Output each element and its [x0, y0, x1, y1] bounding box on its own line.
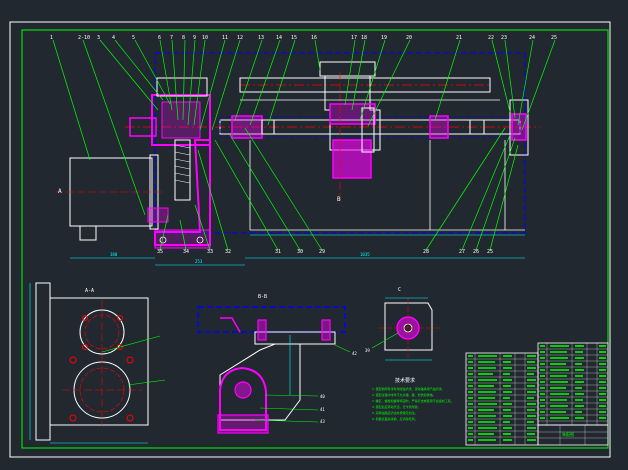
balloon-label: 30	[297, 249, 303, 255]
section-mark-left: A	[58, 188, 62, 195]
top-balloon-row: 1 2-10 3 4 5 6 7 8 9 10 11 12 13 14 15 1…	[50, 35, 557, 41]
callout-label: 43	[320, 419, 325, 424]
plate-circle-top-inner	[84, 314, 120, 350]
view-a-title: A-A	[85, 288, 94, 294]
column-thread	[174, 144, 191, 184]
dim-top-total: 1035	[360, 252, 370, 257]
vertical-column	[174, 139, 191, 201]
view-b-title: B-B	[258, 294, 267, 300]
balloon-label: 9	[193, 35, 196, 41]
balloon-label: 14	[276, 35, 282, 41]
motor-foot	[79, 225, 97, 241]
balloon-label: 35	[157, 249, 163, 255]
balloon-label: 15	[291, 35, 297, 41]
plate-leader	[101, 335, 161, 353]
view-a-plate: A-A	[29, 282, 166, 444]
balloon-label: 33	[207, 249, 213, 255]
plate-side	[35, 282, 51, 441]
balloon-label: 7	[170, 35, 173, 41]
view-c-title: C	[398, 287, 401, 293]
bom-rows-left	[466, 353, 538, 445]
balloon-label: 19	[381, 35, 387, 41]
balloon-label: 21	[456, 35, 462, 41]
bottom-balloon-row: 35 34 33 32 31 30 29 28 27 26 25	[157, 249, 493, 255]
dim-mid: 253	[195, 259, 203, 264]
slider-block-r	[321, 319, 331, 341]
balloon-label: 26	[473, 249, 479, 255]
balloon-label: 2-10	[78, 35, 90, 41]
balloon-label: 27	[459, 249, 465, 255]
tech-title: 技术要求	[395, 377, 415, 384]
balloon-label: 34	[183, 249, 189, 255]
bom-table: 装配图	[465, 342, 609, 446]
tech-note: 5.润滑油脂应清洁并按规定加注。	[372, 410, 418, 415]
center-gear-lower	[332, 139, 372, 179]
slider-block-l	[257, 319, 267, 341]
dim-motor: 380	[110, 252, 118, 257]
plate-body	[49, 297, 149, 426]
plate-leader	[127, 379, 166, 386]
coupling	[147, 207, 169, 223]
view-b-section: B-B	[197, 294, 351, 434]
callout-label: 41	[320, 407, 325, 412]
tech-note: 1.装配前所有零件用煤油清洗，滚动轴承用汽油清洗。	[372, 386, 445, 391]
top-leaders	[52, 39, 556, 216]
tech-note: 6.机器表面涂漆前，应清除毛刺。	[372, 416, 418, 421]
rail-notch	[220, 317, 241, 333]
balloon-label: 1	[50, 35, 53, 41]
bracket-footing	[217, 414, 269, 434]
drawing-sheet: 1 2-10 3 4 5 6 7 8 9 10 11 12 13 14 15 1…	[9, 21, 611, 458]
view-b-leaders	[254, 344, 351, 423]
title-block-name: 装配图	[562, 431, 574, 437]
balloon-label: 10	[202, 35, 208, 41]
bracket-arm	[219, 343, 301, 421]
balloon-label: 12	[237, 35, 243, 41]
mid-coupling-left	[231, 115, 263, 139]
balloon-label: 5	[132, 35, 135, 41]
side-bracket	[154, 139, 211, 246]
right-coupling	[429, 115, 449, 139]
bracket-pivot	[234, 381, 252, 399]
bom-right-frame	[537, 342, 609, 426]
balloon-label: 29	[319, 249, 325, 255]
callout-label: 39	[365, 348, 370, 353]
balloon-label: 18	[361, 35, 367, 41]
balloon-label: 25	[551, 35, 557, 41]
main-assembly-view	[52, 39, 556, 266]
balloon-label: 3	[97, 35, 100, 41]
balloon-label: 25	[487, 249, 493, 255]
balloon-label: 8	[182, 35, 185, 41]
balloon-label: 17	[351, 35, 357, 41]
balloon-label: 24	[529, 35, 535, 41]
balloon-label: 20	[406, 35, 412, 41]
tech-note: 4.装配后应转动灵活，无卡滞现象。	[372, 404, 421, 409]
callout-label: 40	[320, 394, 325, 399]
callout-label: 42	[352, 351, 357, 356]
balloon-label: 28	[423, 249, 429, 255]
balloon-label: 6	[158, 35, 161, 41]
balloon-label: 13	[258, 35, 264, 41]
center-housing-top	[319, 61, 376, 77]
balloon-label: 16	[311, 35, 317, 41]
view-c-detail: C	[371, 287, 440, 361]
tech-note: 2.装配过程中零件不允许磕、碰、划伤和锈蚀。	[372, 392, 436, 397]
bom-left-frame	[465, 352, 539, 446]
balloon-label: 11	[222, 35, 228, 41]
bom-text-fill	[468, 345, 606, 441]
view-mark-b: B	[337, 196, 341, 203]
balloon-label: 4	[112, 35, 115, 41]
balloon-label: 32	[225, 249, 231, 255]
balloon-label: 22	[488, 35, 494, 41]
balloon-label: 31	[275, 249, 281, 255]
balloon-label: 23	[501, 35, 507, 41]
tech-note: 3.螺钉、螺栓和螺母紧固时，严禁打击或使用不合适的工具。	[372, 398, 454, 403]
bom-rows-right	[538, 343, 608, 425]
tech-requirements: 技术要求 1.装配前所有零件用煤油清洗，滚动轴承用汽油清洗。 2.装配过程中零件…	[372, 377, 454, 421]
